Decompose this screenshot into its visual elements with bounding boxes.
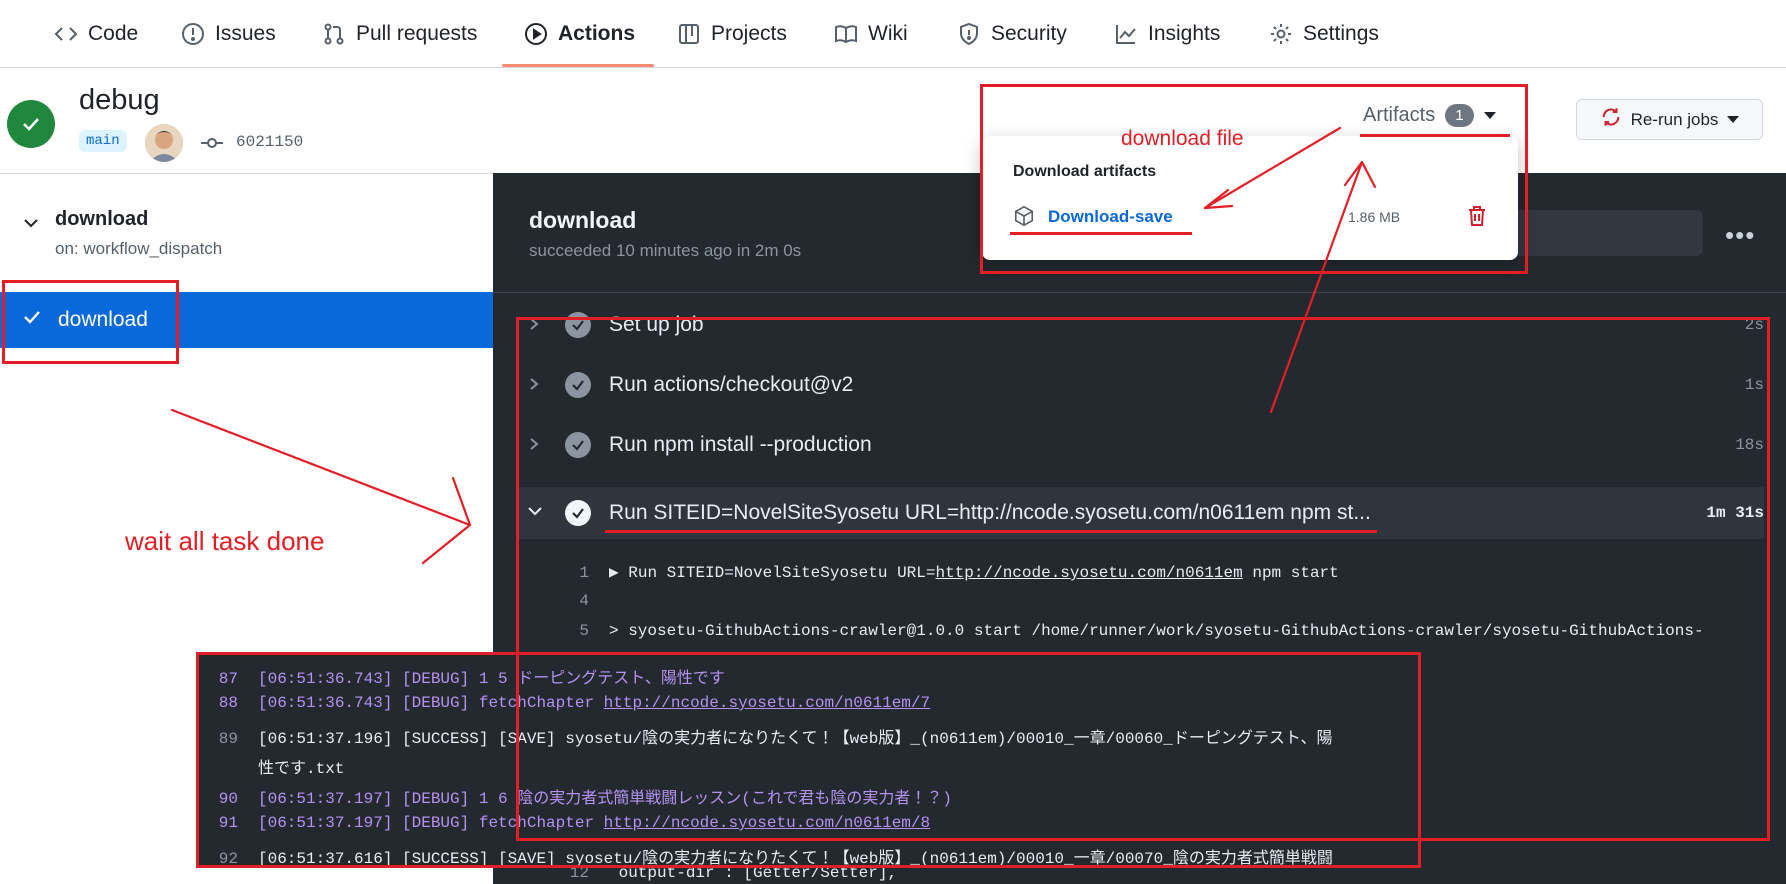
rerun-label: Re-run jobs: [1630, 109, 1719, 129]
rerun-jobs-button[interactable]: Re-run jobs: [1576, 99, 1763, 140]
annotation-underline: [1360, 134, 1510, 137]
tab-issues[interactable]: Issues: [181, 0, 276, 68]
tab-label: Settings: [1303, 22, 1379, 45]
tab-label: Issues: [215, 22, 276, 45]
annotation-box-job: [2, 280, 179, 364]
kebab-horizontal-icon[interactable]: •••: [1725, 220, 1755, 251]
tab-security[interactable]: Security: [957, 0, 1067, 68]
annotation-underline: [605, 530, 1377, 533]
tab-label: Code: [88, 22, 139, 45]
tab-label: Pull requests: [356, 22, 478, 45]
run-title: debug: [79, 84, 160, 116]
job-title: download: [529, 207, 637, 233]
job-subtitle: succeeded 10 minutes ago in 2m 0s: [529, 241, 802, 260]
tab-insights[interactable]: Insights: [1114, 0, 1220, 68]
actions-run-page: Code Issues Pull requests Actions Projec…: [0, 0, 1786, 884]
tab-settings[interactable]: Settings: [1269, 0, 1379, 68]
commit-sha[interactable]: 6021150: [236, 133, 303, 151]
chevron-down-icon[interactable]: [22, 214, 40, 237]
tab-label: Insights: [1148, 22, 1221, 45]
annotation-box-artifacts: [980, 84, 1528, 274]
tab-label: Security: [991, 22, 1067, 45]
tab-label: Actions: [558, 22, 636, 45]
run-success-icon: [7, 100, 55, 148]
tab-pull-requests[interactable]: Pull requests: [322, 0, 477, 68]
tab-projects[interactable]: Projects: [677, 0, 787, 68]
annotation-underline: [1010, 232, 1192, 235]
table-icon: [677, 22, 701, 46]
divider: [0, 173, 493, 174]
git-commit-icon: [200, 131, 224, 160]
annotation-box-log-excerpt: [196, 652, 1421, 868]
repo-nav: Code Issues Pull requests Actions Projec…: [0, 0, 1786, 68]
play-icon: [524, 22, 548, 46]
divider: [493, 292, 1786, 293]
git-pull-request-icon: [322, 22, 346, 46]
shield-icon: [957, 22, 981, 46]
annotation-download-file: download file: [1121, 127, 1244, 150]
active-tab-indicator: [502, 64, 654, 67]
tab-label: Wiki: [868, 22, 908, 45]
code-icon: [54, 22, 78, 46]
branch-badge[interactable]: main: [79, 130, 127, 152]
tab-wiki[interactable]: Wiki: [834, 0, 908, 68]
book-icon: [834, 22, 858, 46]
sync-icon: [1600, 106, 1622, 133]
tab-code[interactable]: Code: [54, 0, 138, 68]
search-logs-input[interactable]: [1510, 210, 1703, 256]
issue-opened-icon: [181, 22, 205, 46]
workflow-name[interactable]: download: [55, 208, 148, 231]
avatar[interactable]: [145, 124, 183, 162]
tab-actions[interactable]: Actions: [524, 0, 635, 68]
arrow-to-steps: [170, 408, 472, 527]
workflow-trigger: on: workflow_dispatch: [55, 239, 223, 258]
graph-icon: [1114, 22, 1138, 46]
gear-icon: [1269, 22, 1293, 46]
annotation-wait-all-task-done: wait all task done: [125, 526, 325, 556]
chevron-down-icon: [1727, 116, 1740, 123]
tab-label: Projects: [711, 22, 787, 45]
